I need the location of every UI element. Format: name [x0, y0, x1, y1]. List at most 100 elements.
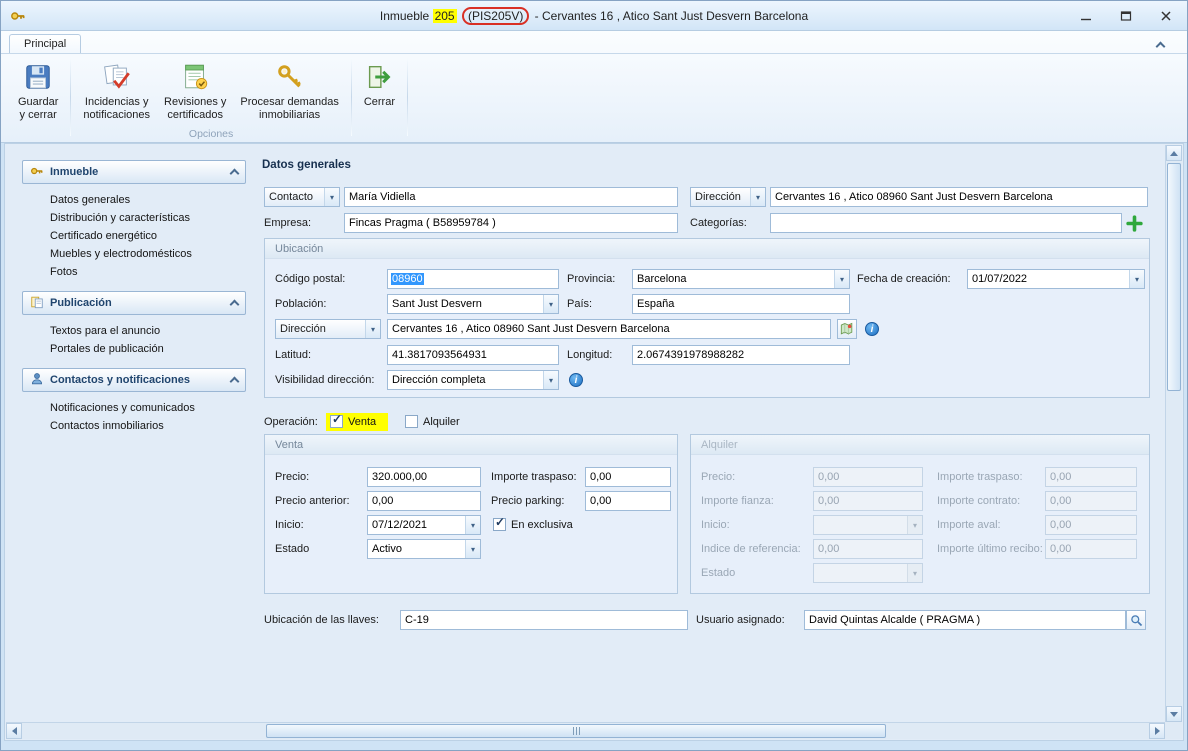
- datos-generales-form: Datos generales Contacto ▾ Dirección ▾ E…: [260, 157, 1165, 723]
- sidebar-section-inmueble: Inmueble Datos generales Distribución y …: [22, 160, 246, 291]
- sidebar-items: Notificaciones y comunicados Contactos i…: [22, 392, 246, 445]
- sidebar-item-portales[interactable]: Portales de publicación: [50, 340, 246, 358]
- chevron-down-icon[interactable]: ▾: [465, 540, 480, 558]
- chevron-down-icon[interactable]: ▾: [750, 188, 765, 206]
- vertical-scroll-thumb[interactable]: [1167, 163, 1181, 391]
- inicio-select[interactable]: 07/12/2021 ▾: [367, 515, 481, 535]
- en-exclusiva-label[interactable]: En exclusiva: [511, 518, 573, 533]
- scroll-right-button[interactable]: [1149, 723, 1165, 739]
- close-button[interactable]: [1153, 7, 1179, 25]
- visibilidad-select[interactable]: Dirección completa ▾: [387, 370, 559, 390]
- contacto-field[interactable]: [344, 187, 678, 207]
- chevron-up-icon[interactable]: [230, 377, 240, 387]
- ribbon-body: Guardary cerrar Incidencias ynotificacio…: [1, 53, 1187, 142]
- sidebar-item-distribucion[interactable]: Distribución y características: [50, 209, 246, 227]
- chevron-down-icon[interactable]: ▾: [834, 270, 849, 288]
- direccion-inner-combo-button[interactable]: Dirección ▾: [275, 319, 381, 339]
- sidebar-section-publicacion: Publicación Textos para el anuncio Porta…: [22, 291, 246, 368]
- latitud-field[interactable]: [387, 345, 559, 365]
- direccion-field[interactable]: [387, 319, 831, 339]
- poblacion-select[interactable]: Sant Just Desvern ▾: [387, 294, 559, 314]
- usuario-asignado-label: Usuario asignado:: [696, 610, 785, 630]
- empresa-label: Empresa:: [264, 213, 311, 233]
- sidebar-header-publicacion[interactable]: Publicación: [22, 291, 246, 315]
- vertical-scrollbar[interactable]: [1165, 145, 1182, 722]
- importe-traspaso-field[interactable]: [585, 467, 671, 487]
- usuario-search-button[interactable]: [1126, 610, 1146, 630]
- contacto-combo-button[interactable]: Contacto ▾: [264, 187, 340, 207]
- combo-value: Activo: [368, 540, 465, 558]
- scroll-up-button[interactable]: [1166, 145, 1182, 161]
- key-icon: [30, 164, 44, 181]
- direccion-combo-button[interactable]: Dirección ▾: [690, 187, 766, 207]
- importe-contrato-field: [1045, 491, 1137, 511]
- add-category-button[interactable]: [1124, 213, 1144, 233]
- sidebar-header-contactos[interactable]: Contactos y notificaciones: [22, 368, 246, 392]
- chevron-up-icon[interactable]: [230, 169, 240, 179]
- guardar-y-cerrar-button[interactable]: Guardary cerrar: [11, 56, 65, 142]
- chevron-down-icon[interactable]: ▾: [543, 295, 558, 313]
- alquiler-importe-traspaso-label: Importe traspaso:: [937, 467, 1023, 487]
- info-icon[interactable]: i: [569, 373, 583, 387]
- title-prefix: Inmueble: [380, 9, 429, 23]
- sidebar-header-inmueble[interactable]: Inmueble: [22, 160, 246, 184]
- sidebar-item-datos-generales[interactable]: Datos generales: [50, 191, 246, 209]
- chevron-down-icon[interactable]: ▾: [324, 188, 339, 206]
- usuario-asignado-field[interactable]: [804, 610, 1126, 630]
- save-icon: [23, 61, 53, 93]
- cerrar-button[interactable]: Cerrar: [357, 56, 402, 142]
- chevron-down-icon: ▾: [907, 516, 922, 534]
- precio-field[interactable]: [367, 467, 481, 487]
- precio-anterior-field[interactable]: [367, 491, 481, 511]
- pais-field[interactable]: [632, 294, 850, 314]
- chevron-down-icon[interactable]: ▾: [365, 320, 380, 338]
- venta-checkbox-label[interactable]: Venta: [348, 415, 376, 430]
- sidebar-item-fotos[interactable]: Fotos: [50, 263, 246, 281]
- button-label-line: certificados: [167, 109, 223, 121]
- tab-principal[interactable]: Principal: [9, 34, 81, 54]
- en-exclusiva-checkbox[interactable]: ✓: [493, 518, 506, 531]
- llaves-field[interactable]: [400, 610, 688, 630]
- scroll-left-button[interactable]: [6, 723, 22, 739]
- minimize-button[interactable]: [1073, 7, 1099, 25]
- info-icon[interactable]: i: [865, 322, 879, 336]
- codigo-postal-field[interactable]: 08960: [387, 269, 559, 289]
- combo-value: Barcelona: [633, 270, 834, 288]
- importe-fianza-field: [813, 491, 923, 511]
- ribbon-separator: [351, 58, 352, 136]
- precio-parking-field[interactable]: [585, 491, 671, 511]
- map-icon: [840, 322, 854, 336]
- alquiler-checkbox[interactable]: [405, 415, 418, 428]
- exit-icon: [364, 61, 394, 93]
- sidebar-item-notificaciones[interactable]: Notificaciones y comunicados: [50, 399, 246, 417]
- empresa-field[interactable]: [344, 213, 678, 233]
- fecha-creacion-select[interactable]: 01/07/2022 ▾: [967, 269, 1145, 289]
- importe-contrato-label: Importe contrato:: [937, 491, 1020, 511]
- chevron-down-icon[interactable]: ▾: [543, 371, 558, 389]
- estado-select[interactable]: Activo ▾: [367, 539, 481, 559]
- sidebar-item-textos-anuncio[interactable]: Textos para el anuncio: [50, 322, 246, 340]
- alquiler-estado-select: ▾: [813, 563, 923, 583]
- provincia-select[interactable]: Barcelona ▾: [632, 269, 850, 289]
- combo-label: Contacto: [265, 188, 324, 206]
- sidebar-item-contactos-inmobiliarios[interactable]: Contactos inmobiliarios: [50, 417, 246, 435]
- sidebar-item-muebles[interactable]: Muebles y electrodomésticos: [50, 245, 246, 263]
- maximize-button[interactable]: [1113, 7, 1139, 25]
- categorias-field[interactable]: [770, 213, 1122, 233]
- chevron-up-icon[interactable]: [230, 300, 240, 310]
- scroll-corner: [1165, 722, 1182, 739]
- longitud-field[interactable]: [632, 345, 850, 365]
- scroll-down-button[interactable]: [1166, 706, 1182, 722]
- collapse-ribbon-button[interactable]: [1157, 37, 1173, 49]
- venta-checkbox[interactable]: ✓: [330, 415, 343, 428]
- button-label-line: Procesar demandas: [240, 96, 338, 108]
- map-button[interactable]: [837, 319, 857, 339]
- sidebar-item-certificado[interactable]: Certificado energético: [50, 227, 246, 245]
- horizontal-scrollbar[interactable]: [6, 722, 1165, 739]
- chevron-down-icon[interactable]: ▾: [1129, 270, 1144, 288]
- importe-fianza-label: Importe fianza:: [701, 491, 774, 511]
- direccion-top-field[interactable]: [770, 187, 1148, 207]
- chevron-down-icon[interactable]: ▾: [465, 516, 480, 534]
- alquiler-checkbox-label[interactable]: Alquiler: [423, 415, 460, 430]
- horizontal-scroll-thumb[interactable]: [266, 724, 886, 738]
